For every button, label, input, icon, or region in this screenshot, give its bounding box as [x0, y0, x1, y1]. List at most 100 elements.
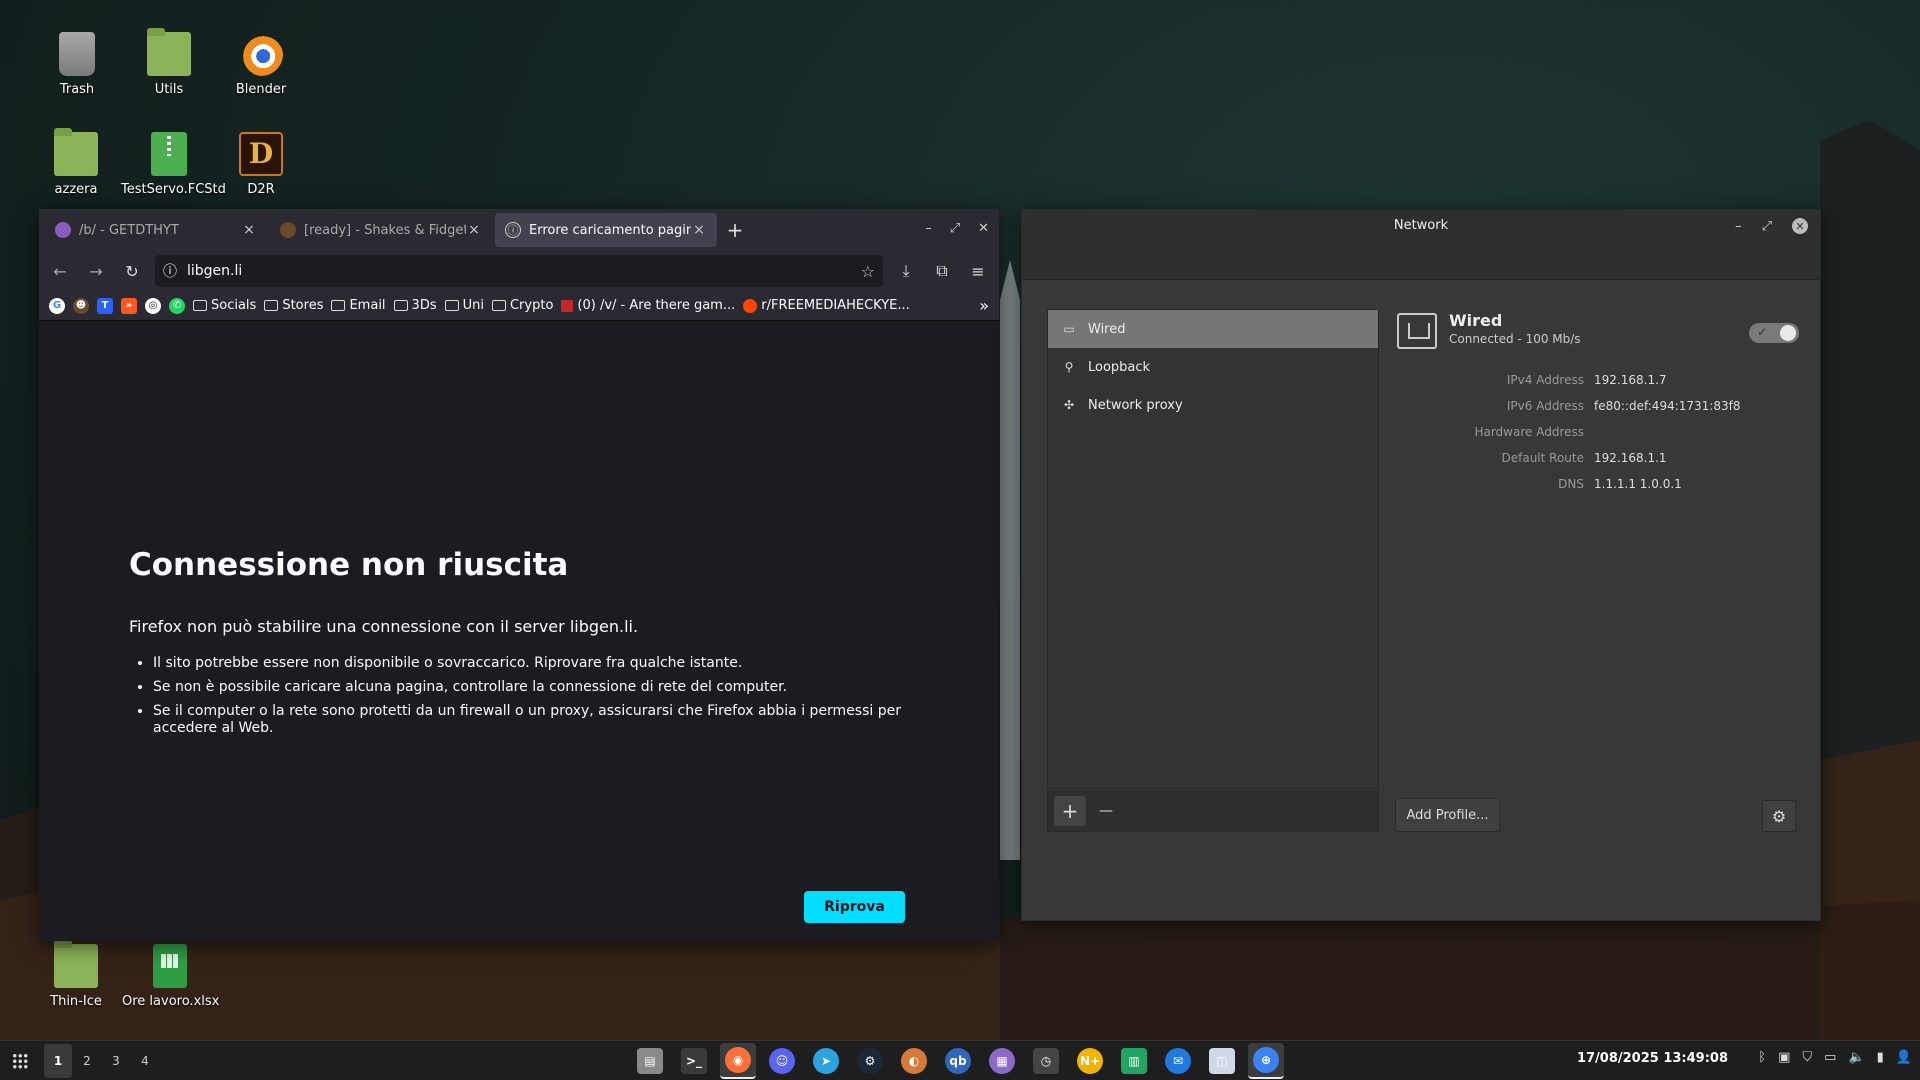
bookmark-folder-email[interactable]: Email [331, 298, 386, 313]
openai-bookmark-icon[interactable]: ◎ [145, 297, 161, 314]
bookmark-link-reddit[interactable]: r/FREEMEDIAHECKYE... [743, 298, 910, 313]
monitor-icon: ▭ [1063, 322, 1075, 336]
bookmark-folder-stores[interactable]: Stores [264, 298, 323, 313]
desktop-icon-utils[interactable]: Utils [121, 28, 217, 97]
battery-icon[interactable]: ▮ [1877, 1050, 1884, 1065]
extensions-button[interactable]: ⧉ [929, 258, 955, 284]
t-bookmark-icon[interactable]: T [97, 297, 113, 314]
url-bar[interactable]: ⓘ libgen.li ☆ [155, 255, 883, 287]
whatsapp-bookmark-icon[interactable]: ✆ [169, 297, 185, 314]
connection-name: Wired [1449, 311, 1503, 330]
user-icon[interactable]: 👤 [1896, 1050, 1912, 1065]
taskbar-app-steam[interactable]: ⚙ [852, 1043, 888, 1079]
minimize-button[interactable]: – [1735, 219, 1742, 234]
d2r-icon: D [239, 132, 283, 176]
desktop-icon-testservo[interactable]: TestServo.FCStd [121, 132, 226, 197]
taskbar-app-app-white[interactable]: ◫ [1204, 1043, 1240, 1079]
close-icon[interactable]: × [691, 222, 707, 238]
workspace-1[interactable]: 1 [44, 1043, 72, 1078]
tab-shakes-fidget[interactable]: [ready] - Shakes & Fidget (2/ × [270, 213, 492, 247]
taskbar-app-discord[interactable]: ☺ [764, 1043, 800, 1079]
retry-button[interactable]: Riprova [804, 891, 905, 923]
minimize-button[interactable]: – [925, 221, 932, 236]
taskbar-app-app-purple[interactable]: ▦ [984, 1043, 1020, 1079]
avatar-bookmark-icon[interactable]: ☻ [73, 297, 89, 314]
taskbar-app-files[interactable]: ▤ [632, 1043, 668, 1079]
bookmarks-overflow-icon[interactable]: » [979, 296, 989, 315]
gear-icon[interactable]: ⚙ [1762, 800, 1796, 832]
bookmark-folder-socials[interactable]: Socials [193, 298, 256, 313]
connection-toggle[interactable]: ✓ [1749, 323, 1799, 343]
bookmark-folder-3ds[interactable]: 3Ds [393, 298, 437, 313]
thunderbird-icon: ✉ [1165, 1048, 1191, 1074]
desktop-icon-azzera[interactable]: azzera [28, 128, 124, 197]
new-tab-button[interactable]: + [720, 218, 750, 242]
taskbar-app-qbittorrent[interactable]: qb [940, 1043, 976, 1079]
bookmark-folder-uni[interactable]: Uni [444, 298, 484, 313]
error-suggestion: Il sito potrebbe essere non disponibile … [153, 655, 913, 672]
desktop-icon-d2r[interactable]: D D2R [213, 132, 309, 197]
google-bookmark-icon[interactable]: G [49, 297, 65, 314]
desktop-icon-blender[interactable]: Blender [213, 32, 309, 97]
firefox-window: /b/ - GETDTHYT × [ready] - Shakes & Fidg… [39, 209, 999, 941]
property-row: IPv6 Address fe80::def:494:1731:83f8 [1397, 393, 1797, 419]
desktop-icon-ore-lavoro[interactable]: Ore lavoro.xlsx [122, 944, 219, 1009]
connection-list: ▭ Wired ⚲ Loopback ✣ Network proxy [1047, 309, 1379, 789]
connection-label: Loopback [1088, 359, 1151, 375]
connection-item-wired[interactable]: ▭ Wired [1048, 310, 1378, 348]
close-icon[interactable]: × [241, 222, 257, 238]
qbittorrent-icon: qb [945, 1048, 971, 1074]
page-content: Connessione non riuscita Firefox non può… [39, 321, 999, 941]
site-info-icon[interactable]: ⓘ [163, 261, 177, 281]
taskbar-app-app-yellow[interactable]: N+ [1072, 1043, 1108, 1079]
close-window-button[interactable]: ✕ [978, 221, 989, 236]
taskbar-app-network-app[interactable]: ⊕ [1248, 1043, 1284, 1079]
desktop-icon-thin-ice[interactable]: Thin-Ice [28, 940, 124, 1009]
property-row: IPv4 Address 192.168.1.7 [1397, 367, 1797, 393]
bluetooth-icon[interactable]: ᛒ [1758, 1050, 1766, 1065]
workspace-3[interactable]: 3 [102, 1044, 130, 1078]
reload-button[interactable]: ↻ [119, 258, 145, 284]
downloads-button[interactable]: ⤓ [893, 258, 919, 284]
folder-icon [444, 300, 459, 311]
tab-errore-caricamento[interactable]: ⓘ Errore caricamento pagina × [495, 213, 717, 247]
connection-label: Wired [1088, 321, 1126, 337]
close-window-button[interactable]: ✕ [1792, 218, 1808, 234]
clipboard-icon[interactable]: ▣ [1778, 1050, 1790, 1065]
clock[interactable]: 17/08/2025 13:49:08 [1577, 1051, 1728, 1066]
connection-item-network-proxy[interactable]: ✣ Network proxy [1048, 386, 1378, 424]
menu-button[interactable]: ≡ [965, 258, 991, 284]
property-label: DNS [1558, 477, 1584, 491]
taskbar-app-app-orange[interactable]: ◐ [896, 1043, 932, 1079]
add-connection-button[interactable]: + [1054, 796, 1086, 826]
remove-connection-button[interactable]: — [1090, 796, 1122, 826]
forward-button[interactable]: → [83, 258, 109, 284]
workspace-2[interactable]: 2 [73, 1044, 101, 1078]
taskbar-app-clock-app[interactable]: ◷ [1028, 1043, 1064, 1079]
shield-icon[interactable]: ⛉ [1802, 1050, 1812, 1065]
url-text: libgen.li [187, 263, 243, 279]
orange-bookmark-icon[interactable]: » [121, 297, 137, 314]
tab-getdthyt[interactable]: /b/ - GETDTHYT × [45, 213, 267, 247]
bookmark-folder-crypto[interactable]: Crypto [491, 298, 553, 313]
connection-item-loopback[interactable]: ⚲ Loopback [1048, 348, 1378, 386]
close-icon[interactable]: × [466, 222, 482, 238]
app-menu-button[interactable] [0, 1041, 40, 1080]
taskbar-app-thunderbird[interactable]: ✉ [1160, 1043, 1196, 1079]
tab-title: /b/ - GETDTHYT [79, 222, 179, 238]
workspace-4[interactable]: 4 [131, 1044, 159, 1078]
taskbar-app-telegram[interactable]: ➤ [808, 1043, 844, 1079]
taskbar-app-sheets[interactable]: ▥ [1116, 1043, 1152, 1079]
maximize-button[interactable]: ⤢ [950, 221, 960, 236]
taskbar-app-firefox[interactable]: ◉ [720, 1043, 756, 1079]
maximize-button[interactable]: ⤢ [1762, 219, 1772, 234]
display-icon[interactable]: ▭ [1824, 1050, 1836, 1065]
bookmark-star-icon[interactable]: ☆ [861, 262, 875, 281]
back-button[interactable]: ← [47, 258, 73, 284]
taskbar-app-terminal[interactable]: >_ [676, 1043, 712, 1079]
desktop-icon-trash[interactable]: Trash [29, 32, 125, 97]
add-profile-button[interactable]: Add Profile... [1395, 798, 1500, 832]
volume-icon[interactable]: 🔈 [1848, 1050, 1864, 1065]
error-suggestion: Se non è possibile caricare alcuna pagin… [153, 679, 913, 696]
bookmark-link-v[interactable]: (0) /v/ - Are there gam... [561, 298, 735, 313]
